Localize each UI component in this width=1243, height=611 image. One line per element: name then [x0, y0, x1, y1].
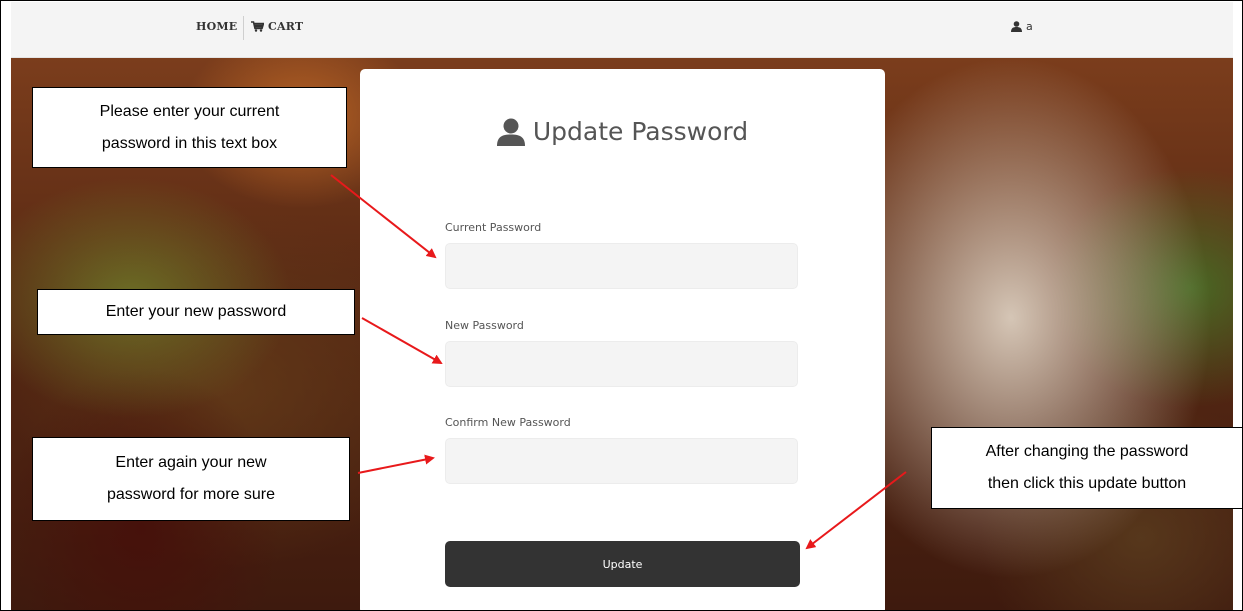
- user-icon: [1011, 21, 1022, 32]
- nav-home-link[interactable]: HOME: [196, 20, 237, 33]
- current-password-label: Current Password: [445, 221, 542, 234]
- user-icon: [496, 118, 525, 146]
- cart-icon: [251, 21, 264, 32]
- confirm-password-input[interactable]: [445, 438, 798, 484]
- current-password-input[interactable]: [445, 243, 798, 289]
- nav-cart-label: CART: [268, 20, 304, 33]
- update-password-card: Update Password Current Password New Pas…: [360, 69, 885, 610]
- user-name: a: [1026, 20, 1033, 33]
- page-title: Update Password: [360, 117, 885, 146]
- page-title-text: Update Password: [532, 117, 749, 146]
- callout-update-button: After changing the password then click t…: [931, 427, 1242, 509]
- new-password-label: New Password: [445, 319, 524, 332]
- callout-current-password: Please enter your current password in th…: [32, 87, 347, 168]
- navbar: HOME CART a: [11, 2, 1233, 58]
- new-password-input[interactable]: [445, 341, 798, 387]
- nav-divider: [243, 16, 244, 40]
- callout-confirm-password: Enter again your new password for more s…: [32, 437, 350, 521]
- update-button[interactable]: Update: [445, 541, 800, 587]
- confirm-password-label: Confirm New Password: [445, 416, 571, 429]
- user-menu[interactable]: a: [1011, 20, 1033, 33]
- callout-new-password: Enter your new password: [37, 289, 355, 335]
- update-button-label: Update: [602, 557, 643, 571]
- screenshot-frame: HOME CART a Update Password Current Pass…: [0, 0, 1243, 611]
- nav-cart-link[interactable]: CART: [251, 20, 303, 33]
